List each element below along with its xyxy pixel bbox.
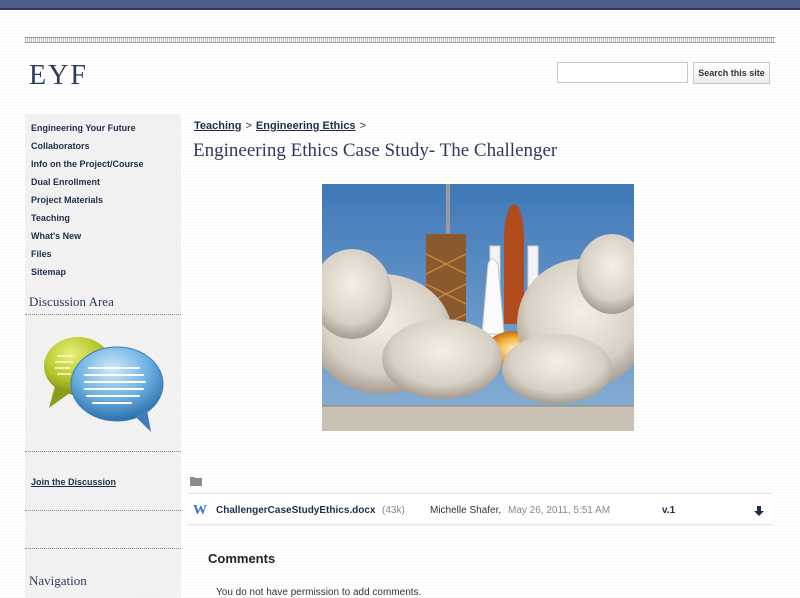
attachment-author: Michelle Shafer,: [430, 505, 502, 516]
attachment-date: May 26, 2011, 5:51 AM: [508, 505, 611, 516]
sidebar-item-teaching[interactable]: Teaching: [25, 211, 181, 229]
breadcrumb-engineering-ethics[interactable]: Engineering Ethics: [256, 120, 356, 132]
sidebar-item-whats-new[interactable]: What's New: [25, 229, 181, 247]
breadcrumb-teaching[interactable]: Teaching: [194, 120, 241, 132]
sidebar-item-engineering-your-future[interactable]: Engineering Your Future: [25, 121, 181, 139]
breadcrumb: Teaching > Engineering Ethics >: [194, 120, 370, 132]
sidebar-nav: Engineering Your Future Collaborators In…: [25, 114, 181, 283]
download-arrow-icon[interactable]: [753, 504, 765, 516]
navigation-heading: Navigation: [29, 573, 87, 588]
sidebar-item-collaborators[interactable]: Collaborators: [25, 139, 181, 157]
folder-icon: [190, 473, 202, 486]
sidebar-item-info-on-project[interactable]: Info on the Project/Course: [25, 157, 181, 175]
attachment-file-link[interactable]: ChallengerCaseStudyEthics.docx: [216, 505, 376, 516]
page-title: Engineering Ethics Case Study- The Chall…: [193, 140, 558, 161]
discussion-image-rule: [25, 451, 181, 452]
breadcrumb-separator: >: [359, 120, 366, 132]
join-rule: [25, 510, 181, 511]
attachment-file-size: (43k): [382, 505, 405, 516]
attachment-row: W ChallengerCaseStudyEthics.docx (43k) M…: [188, 493, 772, 525]
site-title[interactable]: EYF: [29, 60, 88, 92]
word-document-icon: W: [193, 503, 207, 518]
sidebar-item-sitemap[interactable]: Sitemap: [25, 265, 181, 283]
search-button[interactable]: Search this site: [693, 62, 770, 84]
challenger-launch-photo: [322, 184, 634, 431]
sidebar-item-dual-enrollment[interactable]: Dual Enrollment: [25, 175, 181, 193]
sidebar: Engineering Your Future Collaborators In…: [25, 114, 181, 598]
comments-heading: Comments: [208, 551, 276, 566]
blank-section-rule: [25, 548, 181, 549]
discussion-area-heading: Discussion Area: [29, 294, 114, 309]
comments-permission-note: You do not have permission to add commen…: [216, 587, 422, 598]
header-rule: [25, 37, 775, 43]
top-bar: [0, 0, 800, 10]
sidebar-item-project-materials[interactable]: Project Materials: [25, 193, 181, 211]
attachment-version-link[interactable]: v.1: [662, 505, 675, 516]
sidebar-item-files[interactable]: Files: [25, 247, 181, 265]
discussion-bubbles-icon[interactable]: [43, 334, 165, 434]
discussion-rule: [25, 314, 181, 315]
join-discussion-link[interactable]: Join the Discussion: [31, 477, 116, 487]
breadcrumb-separator: >: [245, 120, 252, 132]
search-input[interactable]: [557, 62, 688, 83]
